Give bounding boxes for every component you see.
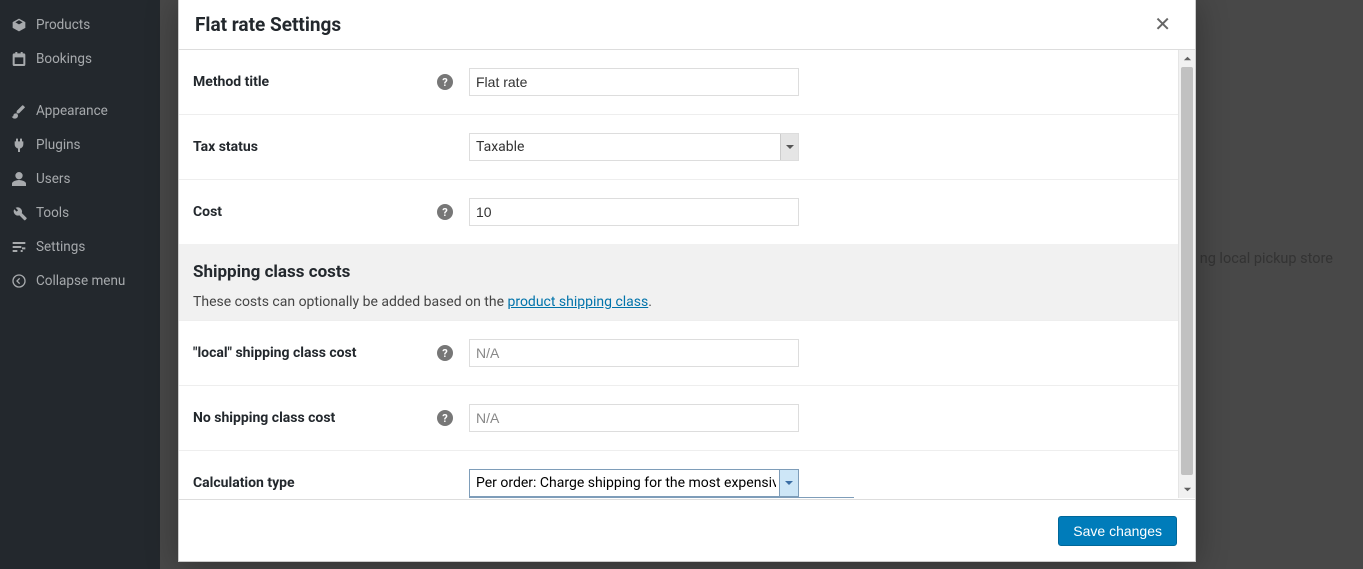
admin-sidebar: Products Bookings Appearance Plugins Use… <box>0 0 160 569</box>
sidebar-item-label: Tools <box>36 205 69 221</box>
chevron-down-icon <box>779 469 799 497</box>
shipping-class-section: Shipping class costs These costs can opt… <box>179 244 1195 320</box>
user-icon <box>10 170 28 188</box>
row-local-class-cost: "local" shipping class cost <box>179 320 1195 385</box>
calculation-type-selected: Per order: Charge shipping for the most … <box>476 475 776 491</box>
scroll-up-arrow-icon[interactable] <box>1179 50 1195 67</box>
close-icon: ✕ <box>1154 14 1171 36</box>
row-method-title: Method title <box>179 50 1195 114</box>
tax-status-value: Taxable <box>476 139 524 155</box>
shipping-class-desc: These costs can optionally be added base… <box>193 294 1181 310</box>
save-changes-button[interactable]: Save changes <box>1058 516 1177 546</box>
help-icon[interactable] <box>437 345 453 361</box>
sidebar-item-collapse[interactable]: Collapse menu <box>0 264 160 298</box>
sidebar-item-bookings[interactable]: Bookings <box>0 42 160 76</box>
tax-status-select[interactable]: Taxable <box>469 133 799 161</box>
modal-title: Flat rate Settings <box>195 13 341 36</box>
brush-icon <box>10 102 28 120</box>
scroll-down-arrow-icon[interactable] <box>1179 481 1195 498</box>
label-no-class-cost: No shipping class cost <box>193 410 335 426</box>
calculation-type-options: Per class: Charge shipping for each ship… <box>469 497 854 498</box>
modal-header: Flat rate Settings ✕ <box>179 0 1195 50</box>
local-class-cost-input[interactable] <box>469 339 799 367</box>
sliders-icon <box>10 238 28 256</box>
modal-body[interactable]: Method title Tax status Taxable <box>179 50 1195 498</box>
collapse-icon <box>10 272 28 290</box>
sidebar-item-label: Products <box>36 17 90 33</box>
sidebar-item-label: Appearance <box>36 103 108 119</box>
label-tax-status: Tax status <box>193 139 258 155</box>
method-title-input[interactable] <box>469 68 799 96</box>
plug-icon <box>10 136 28 154</box>
chevron-down-icon <box>780 134 798 160</box>
shipping-class-heading: Shipping class costs <box>193 262 1181 282</box>
sidebar-item-settings[interactable]: Settings <box>0 230 160 264</box>
cost-input[interactable] <box>469 198 799 226</box>
background-text-fragment: ng local pickup store <box>1200 250 1333 267</box>
sidebar-item-plugins[interactable]: Plugins <box>0 128 160 162</box>
label-method-title: Method title <box>193 74 269 90</box>
modal-footer: Save changes <box>179 499 1195 561</box>
sidebar-item-label: Collapse menu <box>36 273 125 289</box>
label-calculation-type: Calculation type <box>193 475 295 491</box>
sidebar-item-label: Users <box>36 171 70 187</box>
label-cost: Cost <box>193 204 222 220</box>
modal-scrollbar[interactable] <box>1178 50 1195 498</box>
help-icon[interactable] <box>437 410 453 426</box>
sidebar-item-label: Bookings <box>36 51 92 67</box>
row-cost: Cost <box>179 179 1195 244</box>
sidebar-item-tools[interactable]: Tools <box>0 196 160 230</box>
wrench-icon <box>10 204 28 222</box>
close-button[interactable]: ✕ <box>1146 8 1179 41</box>
calculation-type-select[interactable]: Per order: Charge shipping for the most … <box>469 469 799 497</box>
product-shipping-class-link[interactable]: product shipping class <box>507 294 648 310</box>
calendar-icon <box>10 50 28 68</box>
sidebar-item-label: Plugins <box>36 137 81 153</box>
flat-rate-settings-modal: Flat rate Settings ✕ Method title <box>178 0 1196 562</box>
label-local-class-cost: "local" shipping class cost <box>193 345 357 361</box>
sidebar-item-users[interactable]: Users <box>0 162 160 196</box>
row-tax-status: Tax status Taxable <box>179 114 1195 179</box>
row-no-class-cost: No shipping class cost <box>179 385 1195 450</box>
help-icon[interactable] <box>437 74 453 90</box>
row-calculation-type: Calculation type Per order: Charge shipp… <box>179 450 1195 498</box>
no-class-cost-input[interactable] <box>469 404 799 432</box>
help-icon[interactable] <box>437 204 453 220</box>
sidebar-item-products[interactable]: Products <box>0 8 160 42</box>
box-icon <box>10 16 28 34</box>
sidebar-item-appearance[interactable]: Appearance <box>0 94 160 128</box>
sidebar-item-label: Settings <box>36 239 85 255</box>
scroll-thumb[interactable] <box>1181 67 1193 475</box>
